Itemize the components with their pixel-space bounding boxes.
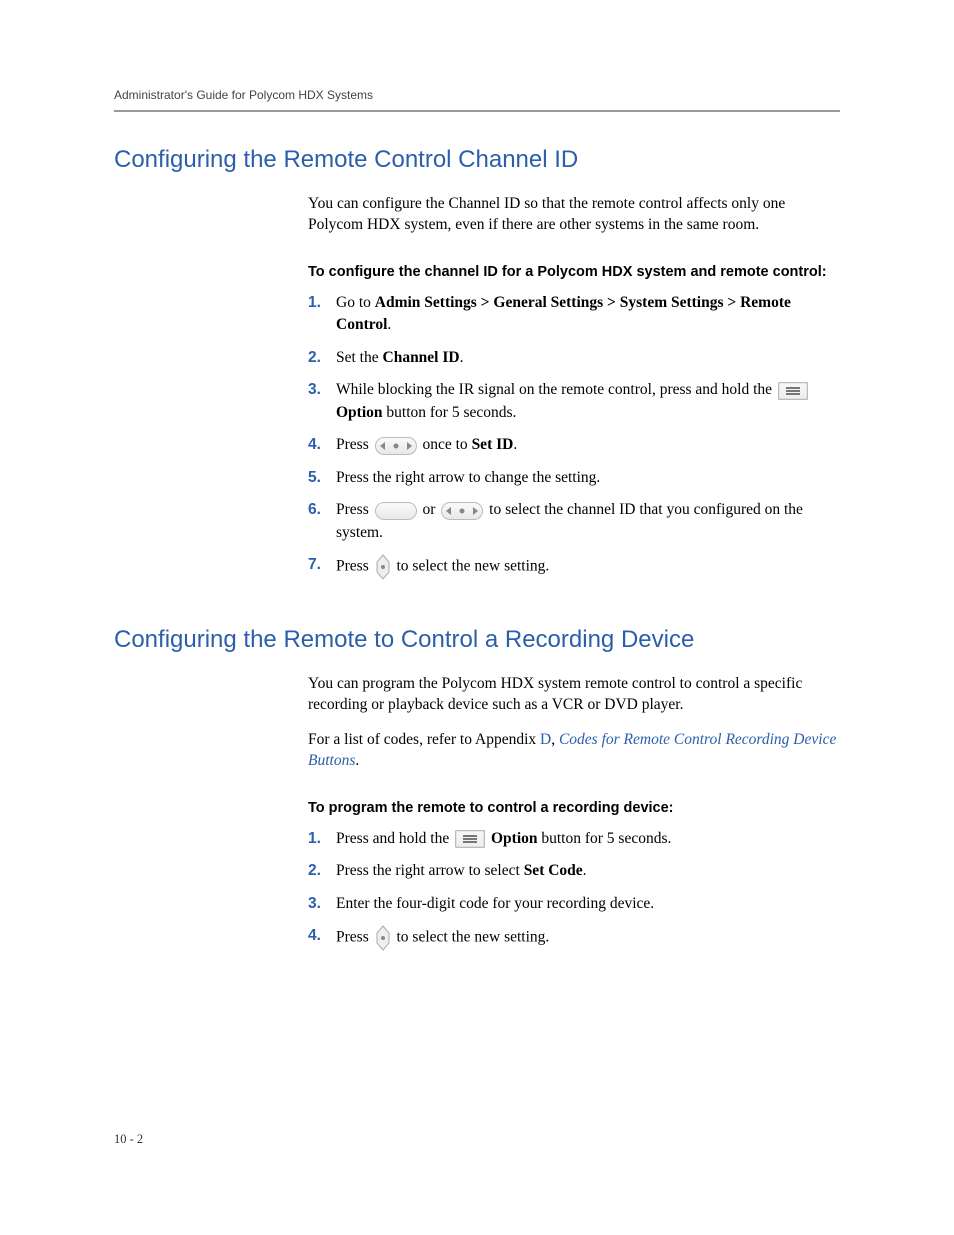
step-text: Press [336,501,373,518]
list-item: Go to Admin Settings > General Settings … [308,292,840,337]
step-text: to select the new setting. [396,558,549,575]
select-button-icon [376,925,390,951]
ref-text: . [355,752,359,769]
list-item: Press and hold the Option button for 5 s… [308,828,840,850]
heading-section-1: Configuring the Remote Control Channel I… [114,146,840,174]
intro-paragraph: You can configure the Channel ID so that… [308,194,840,236]
list-item: Press to select the new setting. [308,925,840,951]
heading-section-2: Configuring the Remote to Control a Reco… [114,626,840,654]
procedure-heading: To program the remote to control a recor… [308,800,840,816]
button-label: Option [491,830,538,847]
step-text: While blocking the IR signal on the remo… [336,381,776,398]
step-text: button for 5 seconds. [538,830,672,847]
step-text: Set the [336,349,383,366]
list-item: Press the right arrow to select Set Code… [308,860,840,882]
step-text: to select the new setting. [396,929,549,946]
appendix-link[interactable]: D [540,731,551,748]
intro-paragraph: You can program the Polycom HDX system r… [308,674,840,716]
list-item: Set the Channel ID. [308,347,840,369]
step-text: or [422,501,439,518]
section-2-body: You can program the Polycom HDX system r… [308,674,840,951]
procedure-heading: To configure the channel ID for a Polyco… [308,264,840,280]
list-item: While blocking the IR signal on the remo… [308,379,840,424]
command-name: Set Code [524,862,583,879]
page-number: 10 - 2 [114,1132,143,1147]
section-1-body: You can configure the Channel ID so that… [308,194,840,580]
step-text: Enter the four-digit code for your recor… [336,895,654,912]
step-text: Press and hold the [336,830,453,847]
step-text: button for 5 seconds. [383,404,517,421]
button-label: Option [336,404,383,421]
left-right-arrow-icon [441,502,483,520]
list-item: Press the right arrow to change the sett… [308,467,840,489]
step-text: once to [422,436,471,453]
list-item: Press or to select the channel ID that y… [308,499,840,544]
step-text: . [460,349,464,366]
nav-path: Admin Settings > General Settings > Syst… [336,294,791,333]
step-text: Press [336,436,373,453]
command-name: Set ID [472,436,514,453]
option-button-icon [778,382,808,400]
step-text: Press the right arrow to select [336,862,524,879]
left-right-arrow-icon [375,437,417,455]
procedure-list-2: Press and hold the Option button for 5 s… [308,828,840,951]
option-button-icon [455,830,485,848]
step-text: Press [336,929,373,946]
up-arrow-icon [375,502,417,520]
select-button-icon [376,554,390,580]
step-text: . [387,316,391,333]
ref-text: For a list of codes, refer to Appendix [308,731,540,748]
step-text: . [583,862,587,879]
step-text: Press the right arrow to change the sett… [336,469,600,486]
field-name: Channel ID [383,349,460,366]
step-text: Press [336,558,373,575]
running-header: Administrator's Guide for Polycom HDX Sy… [114,88,840,112]
list-item: Enter the four-digit code for your recor… [308,893,840,915]
list-item: Press once to Set ID. [308,434,840,456]
step-text: . [513,436,517,453]
list-item: Press to select the new setting. [308,554,840,580]
step-text: Go to [336,294,375,311]
page: Administrator's Guide for Polycom HDX Sy… [0,0,954,1235]
reference-paragraph: For a list of codes, refer to Appendix D… [308,730,840,772]
ref-text: , [551,731,559,748]
procedure-list-1: Go to Admin Settings > General Settings … [308,292,840,580]
